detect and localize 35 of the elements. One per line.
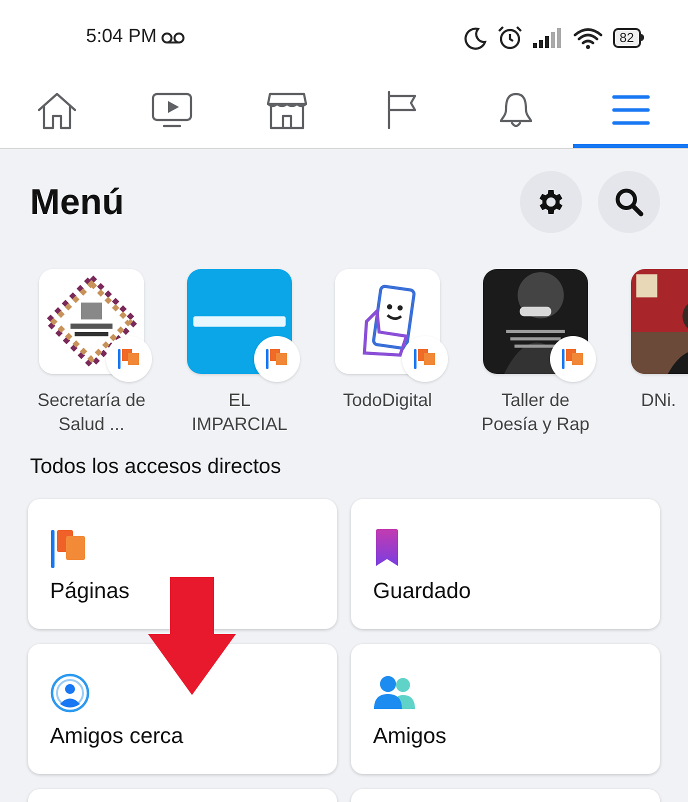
nearby-friends-icon bbox=[50, 673, 90, 713]
signal-icon bbox=[532, 26, 563, 48]
shortcut-label: DNi. bbox=[640, 389, 676, 412]
shortcut-item[interactable]: Secretaría de Salud ... bbox=[39, 269, 152, 451]
shortcut-item[interactable]: EL IMPARCIAL bbox=[187, 269, 300, 451]
shortcut-label: Secretaría de Salud ... bbox=[36, 389, 147, 436]
menu-title: Menú bbox=[30, 180, 124, 224]
friends-icon bbox=[373, 675, 417, 711]
shortcut-label: EL IMPARCIAL bbox=[190, 389, 288, 436]
flag-icon bbox=[265, 348, 289, 370]
voicemail-icon bbox=[160, 32, 185, 44]
shortcut-card[interactable]: Amigos bbox=[351, 644, 660, 774]
card-label: Amigos bbox=[373, 722, 448, 750]
shortcut-item[interactable]: DNi. bbox=[631, 269, 688, 451]
moon-icon bbox=[462, 26, 487, 50]
shortcut-label: TodoDigital bbox=[342, 389, 434, 412]
battery-indicator: 82 bbox=[612, 28, 644, 48]
shortcut-item[interactable]: Taller de Poesía y Rap bbox=[483, 269, 596, 451]
section-title: Todos los accesos directos bbox=[30, 455, 281, 478]
shortcut-card[interactable]: Guardado bbox=[351, 499, 660, 629]
shortcut-item[interactable]: TodoDigital bbox=[335, 269, 448, 451]
card-label: Páginas bbox=[50, 577, 131, 605]
status-time: 5:04 PM bbox=[86, 25, 157, 50]
flag-icon bbox=[413, 348, 437, 370]
alarm-icon bbox=[496, 24, 523, 50]
shortcut-card[interactable]: Amigos cerca bbox=[28, 644, 337, 774]
card-label: Guardado bbox=[373, 577, 472, 605]
card-label: Amigos cerca bbox=[50, 722, 184, 750]
flag-icon bbox=[561, 348, 585, 370]
flag-icon bbox=[117, 348, 141, 370]
flag-icon bbox=[50, 528, 88, 568]
search-icon bbox=[613, 186, 645, 218]
bookmark-icon bbox=[373, 528, 401, 568]
wifi-icon bbox=[572, 26, 603, 48]
shortcut-label: Taller de Poesía y Rap bbox=[480, 389, 591, 436]
